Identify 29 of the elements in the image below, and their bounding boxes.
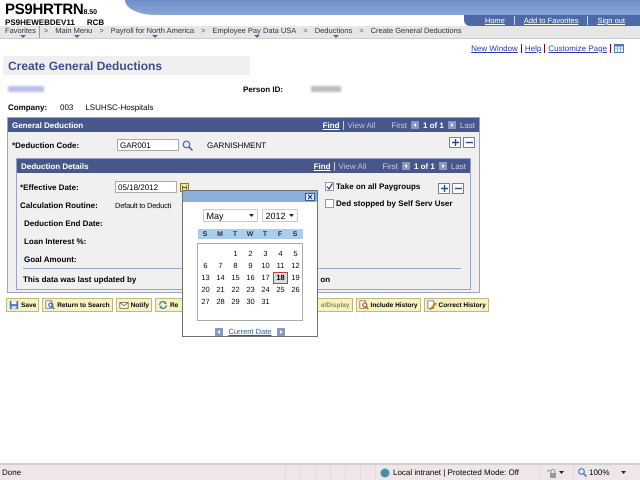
field-label: Goal Amount: bbox=[23, 254, 78, 264]
company-name: LSUHSC-Hospitals bbox=[85, 102, 154, 112]
panel-title: General Deduction bbox=[12, 120, 84, 130]
checkbox-label: Take on all Paygroups bbox=[336, 182, 420, 190]
server-name: PS9HEWEBDEV11 bbox=[5, 18, 75, 27]
page-title: Create General Deductions bbox=[7, 58, 162, 72]
first-label: First bbox=[382, 162, 398, 170]
checkbox-label: Ded stopped by Self Serv User bbox=[336, 199, 452, 208]
last-label: Last bbox=[460, 120, 475, 130]
company-code: 003 bbox=[60, 102, 74, 112]
last-updated-text: on bbox=[320, 274, 330, 284]
field-label: *Deduction Code: bbox=[12, 140, 80, 150]
field-label: *Effective Date: bbox=[20, 182, 80, 192]
page-count: 1 of 1 bbox=[422, 120, 444, 130]
user-id: RCB bbox=[86, 18, 104, 27]
deduction-description: GARNISHMENT bbox=[207, 140, 266, 150]
last-updated-text: This data was last updated by bbox=[23, 274, 136, 284]
app-name: PS9HRTRN bbox=[5, 1, 84, 18]
person-id-label: Person ID: bbox=[243, 84, 284, 94]
panel-title: Deduction Details bbox=[21, 162, 90, 170]
field-label: Calculation Routine: bbox=[20, 200, 99, 210]
last-label: Last bbox=[450, 162, 466, 170]
page-count: 1 of 1 bbox=[414, 162, 435, 170]
field-label: Loan Interest %: bbox=[23, 236, 88, 246]
company-label: Company: bbox=[8, 102, 48, 112]
first-label: First bbox=[391, 120, 407, 130]
status-text: Done bbox=[1, 468, 22, 477]
field-label: Deduction End Date: bbox=[23, 218, 104, 228]
security-zone: Local intranet | Protected Mode: Off bbox=[393, 468, 519, 477]
